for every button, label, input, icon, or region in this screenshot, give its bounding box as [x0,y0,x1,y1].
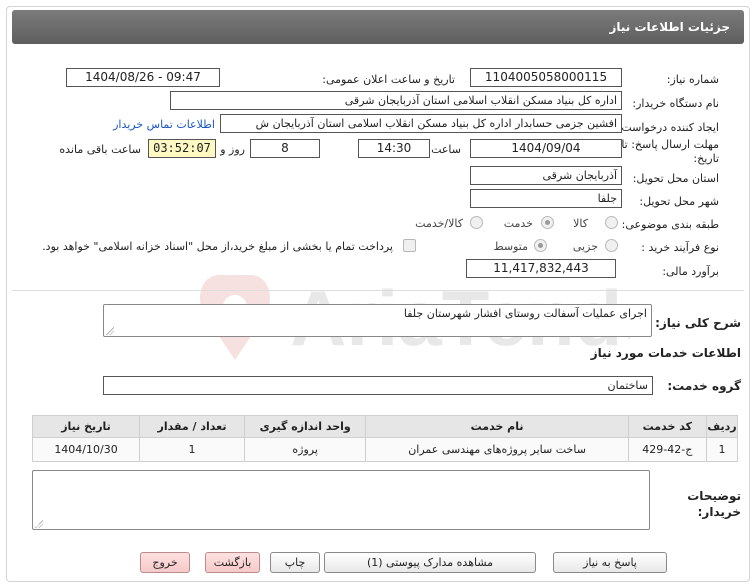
process-radio-minor[interactable] [605,239,618,252]
col-header-service-name: نام خدمت [365,415,629,438]
cell-need-date: 1404/10/30 [31,437,141,462]
process-option-medium: متوسط [493,240,528,253]
city-field: جلفا [470,189,622,208]
creator-label: ایجاد کننده درخواست: [617,121,719,134]
province-field: آذربایجان شرقی [470,166,622,185]
cell-quantity: 1 [139,437,245,462]
payment-note: پرداخت تمام یا بخشی از مبلغ خرید،از محل … [42,240,393,253]
city-label: شهر محل تحویل: [639,195,719,208]
category-radio-goods[interactable] [605,216,618,229]
page-title: جزئیات اطلاعات نیاز [12,10,744,44]
category-radio-service[interactable] [541,216,554,229]
table-header-row: ردیف کد خدمت نام خدمت واحد اندازه گیری ت… [31,415,739,438]
exit-button[interactable]: خروج [140,552,190,573]
resize-grip-icon[interactable] [35,520,43,528]
service-group-label: گروه خدمت: [667,379,741,393]
back-button[interactable]: بازگشت [205,552,260,573]
cell-service-code: ج-42-429 [627,437,707,462]
print-button[interactable]: چاپ [270,552,320,573]
province-label: استان محل تحویل: [632,172,719,185]
budget-field: 11,417,832,443 [466,259,616,278]
process-option-minor: جزیی [572,240,598,253]
summary-text: اجرای عملیات آسفالت روستای افشار شهرستان… [403,307,647,320]
creator-field: افشین جزمی حسابدار اداره کل بنیاد مسکن ا… [220,114,622,133]
col-header-row-number: ردیف [705,415,739,438]
remaining-time-field: 03:52:07 [148,139,216,158]
announce-label: تاریخ و ساعت اعلان عمومی: [322,73,455,86]
buyer-org-label: نام دستگاه خریدار: [632,97,719,110]
reply-button[interactable]: پاسخ به نیاز [553,552,667,573]
buyer-notes-label: توضیحات خریدار: [687,489,741,519]
col-header-quantity: تعداد / مقدار [139,415,245,438]
announce-field: 1404/08/26 - 09:47 [66,68,220,87]
category-radio-goods-service[interactable] [470,216,483,229]
summary-label: شرح کلی نیاز: [655,316,741,330]
days-label: روز و [220,143,245,156]
cell-unit: پروژه [243,437,367,462]
need-number-field: 1104005058000115 [470,68,622,87]
cell-service-name: ساخت سایر پروژه‌های مهندسی عمران [365,437,629,462]
services-table: ردیف کد خدمت نام خدمت واحد اندازه گیری ت… [31,415,739,462]
resize-grip-icon[interactable] [106,327,114,335]
view-docs-button[interactable]: مشاهده مدارک پیوستی (1) [324,552,536,573]
treasury-checkbox[interactable] [403,239,416,252]
category-option-goods-service: کالا/خدمت [415,217,463,230]
remaining-label: ساعت باقی مانده [59,143,141,156]
deadline-date-field: 1404/09/04 [470,139,622,158]
buyer-notes-textarea [32,470,650,530]
need-number-label: شماره نیاز: [666,73,719,86]
deadline-time-label: ساعت [431,143,461,156]
col-header-unit: واحد اندازه گیری [243,415,367,438]
col-header-need-date: تاریخ نیاز [31,415,141,438]
cell-row-number: 1 [705,437,739,462]
deadline-time-field: 14:30 [358,139,430,158]
table-row: 1 ج-42-429 ساخت سایر پروژه‌های مهندسی عم… [31,437,739,462]
category-option-goods: کالا [573,217,588,230]
buyer-org-field: اداره کل بنیاد مسکن انقلاب اسلامی استان … [170,91,622,110]
budget-label: برآورد مالی: [662,265,719,278]
summary-textarea: اجرای عملیات آسفالت روستای افشار شهرستان… [103,304,652,337]
services-heading: اطلاعات خدمات مورد نیاز [590,346,741,360]
days-field: 8 [250,139,320,158]
category-option-service: خدمت [503,217,533,230]
section-divider [12,290,744,291]
buyer-contact-link[interactable]: اطلاعات تماس خریدار [113,118,215,131]
service-group-field: ساختمان [103,376,653,395]
process-label: نوع فرآیند خرید : [641,241,719,254]
deadline-label: مهلت ارسال پاسخ: تا تاریخ: [621,138,719,165]
col-header-service-code: کد خدمت [627,415,707,438]
process-radio-medium[interactable] [534,239,547,252]
category-label: طبقه بندی موضوعی: [621,218,719,231]
